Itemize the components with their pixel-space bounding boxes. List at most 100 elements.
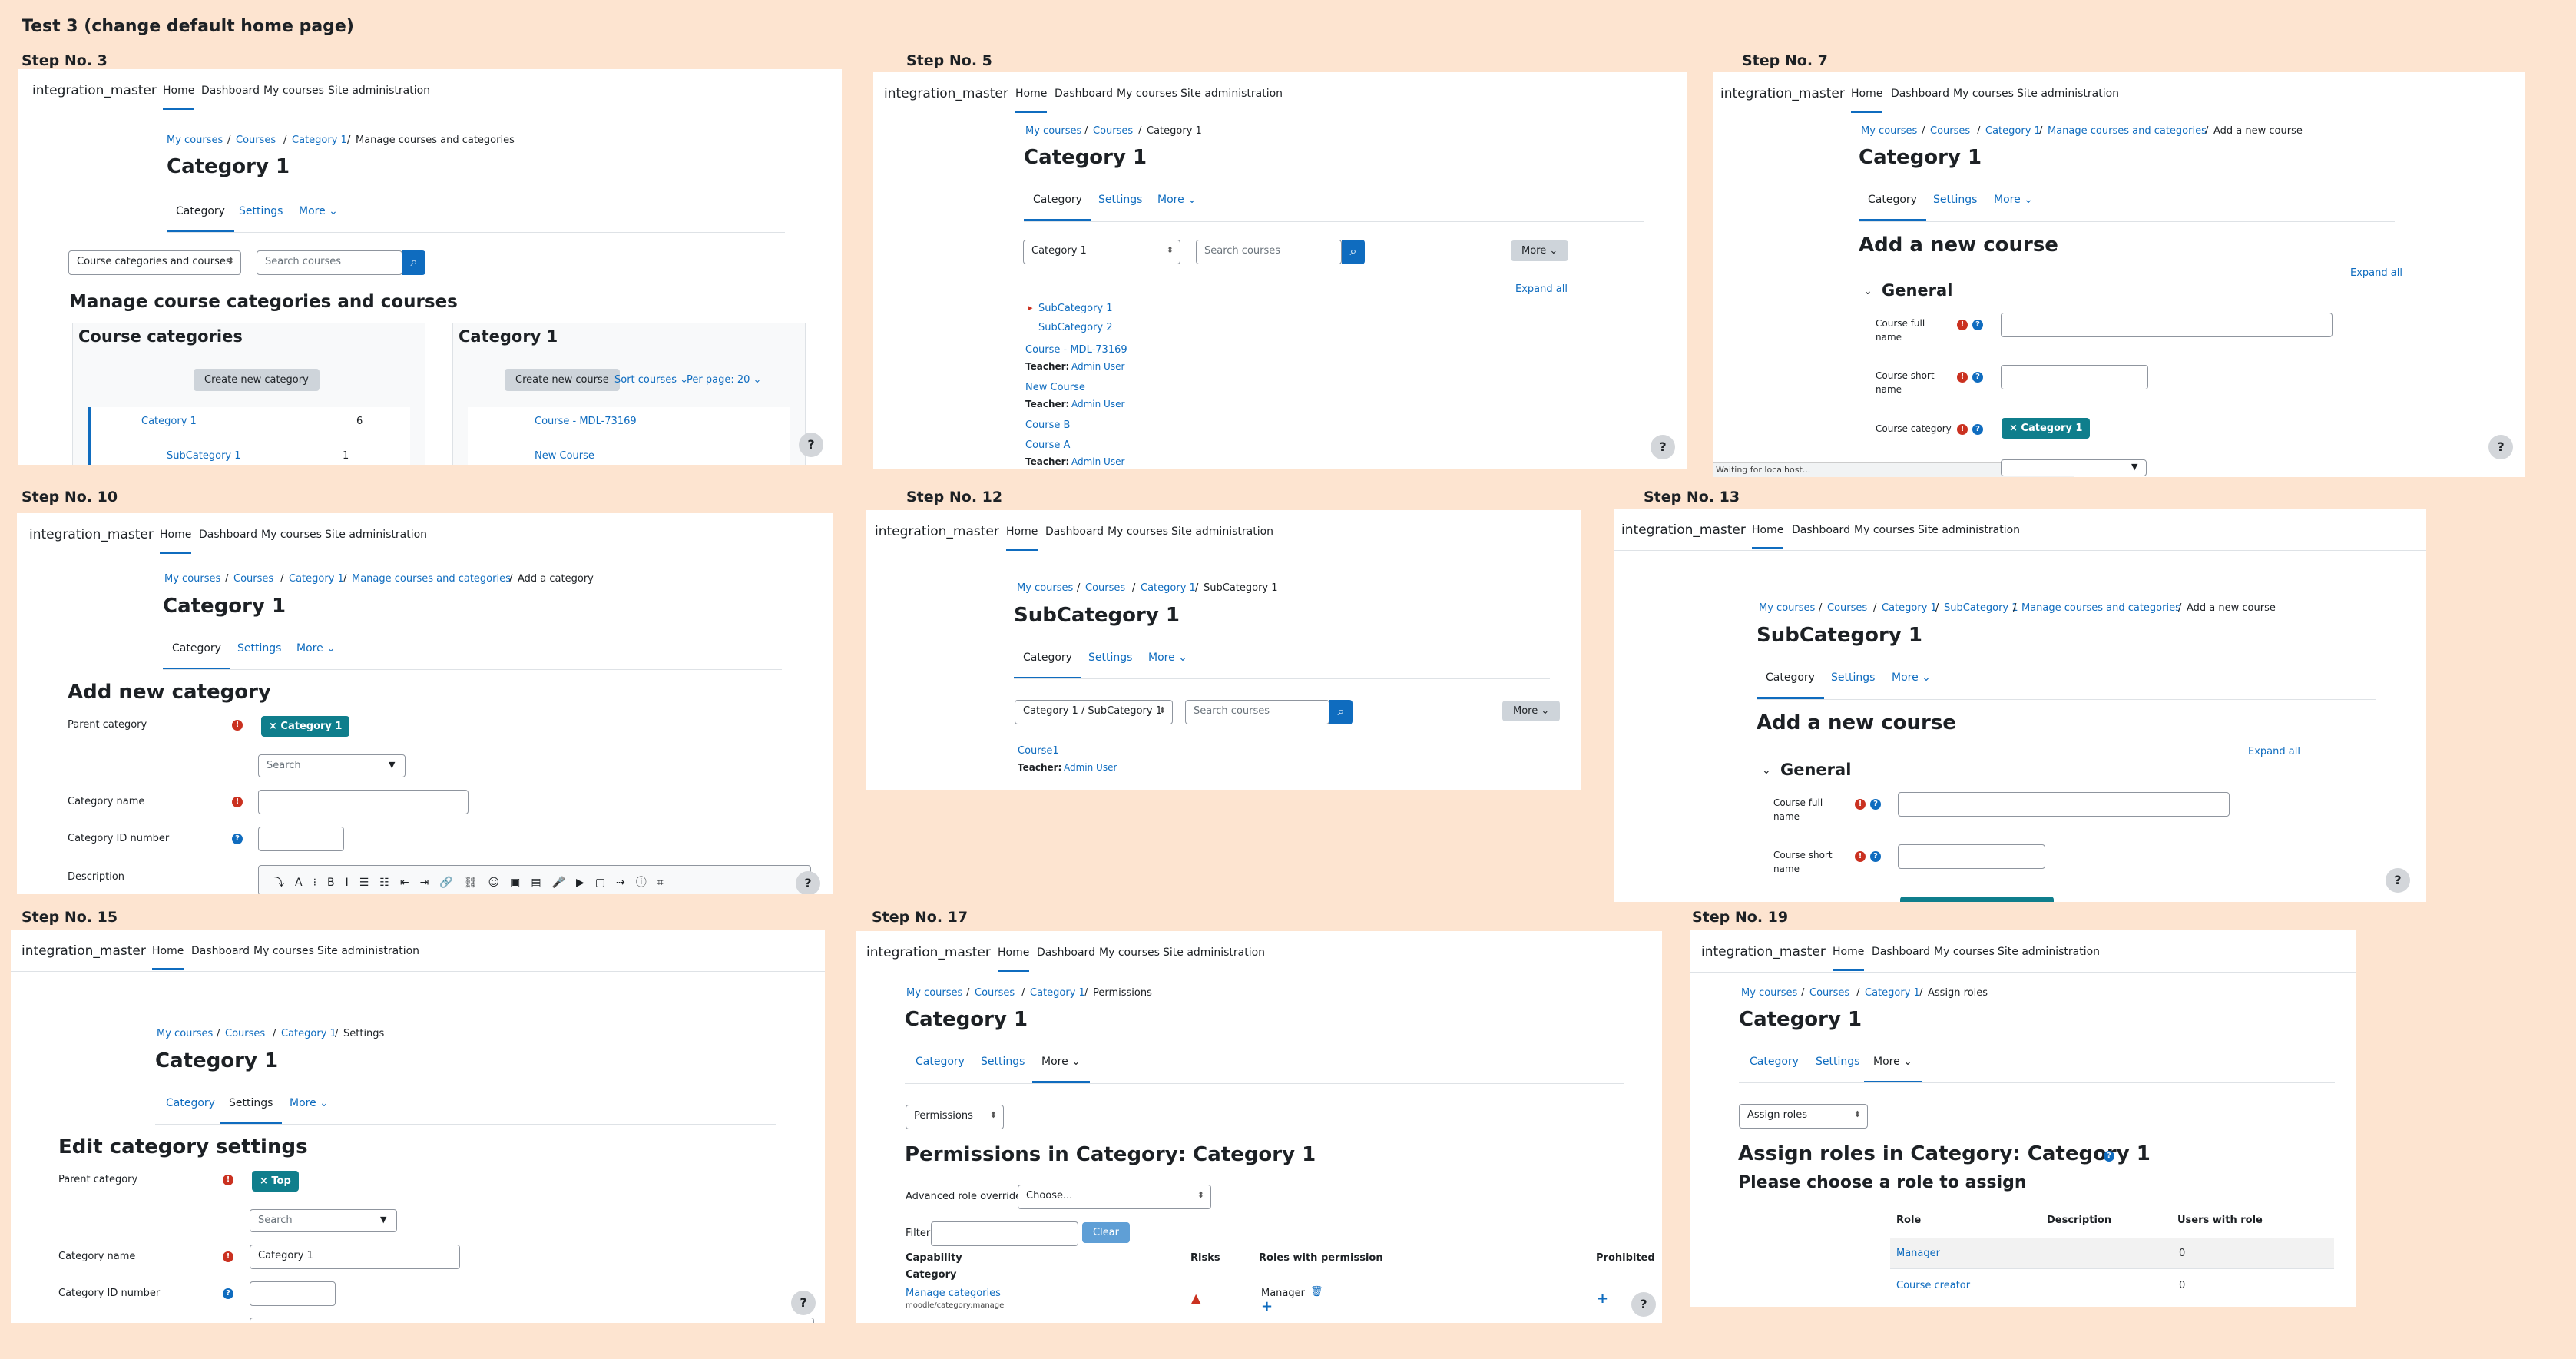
permissions-select[interactable]: Permissions — [906, 1105, 1004, 1129]
help-icon[interactable]: ? — [1972, 320, 1983, 330]
tab-settings[interactable]: Settings — [1098, 194, 1142, 206]
breadcrumb-category[interactable]: Category 1 — [1030, 987, 1085, 999]
create-category-button[interactable]: Create new category — [194, 369, 320, 391]
breadcrumb-category[interactable]: Category 1 — [1865, 987, 1920, 999]
more-button[interactable]: More ⌄ — [1511, 240, 1569, 261]
course-link[interactable]: New Course — [1025, 382, 1085, 393]
search-button[interactable]: ⌕ — [1329, 700, 1353, 724]
general-section[interactable]: General — [1780, 761, 1851, 779]
breadcrumb-my-courses[interactable]: My courses — [164, 573, 220, 585]
category-chip[interactable] — [1900, 897, 2054, 902]
nav-site-admin[interactable]: Site administration — [1180, 88, 1283, 100]
breadcrumb-courses[interactable]: Courses — [975, 987, 1015, 999]
subcategory-link[interactable]: SubCategory 2 — [1038, 322, 1113, 333]
category-name-input[interactable] — [258, 790, 469, 814]
nav-dashboard[interactable]: Dashboard — [201, 85, 260, 97]
add-prohibited-icon[interactable]: + — [1597, 1291, 1608, 1307]
breadcrumb-category[interactable]: Category 1 — [281, 1028, 336, 1039]
nav-site-admin[interactable]: Site administration — [1998, 946, 2100, 958]
tab-settings[interactable]: Settings — [220, 1097, 283, 1125]
help-button[interactable]: ? — [796, 871, 820, 894]
nav-my-courses[interactable]: My courses — [1854, 524, 1915, 536]
help-button[interactable]: ? — [2488, 435, 2513, 459]
nav-dashboard[interactable]: Dashboard — [199, 529, 257, 541]
breadcrumb-manage[interactable]: Manage courses and categories — [2021, 602, 2180, 614]
breadcrumb-my-courses[interactable]: My courses — [157, 1028, 213, 1039]
capability-link[interactable]: Manage categories — [906, 1288, 1001, 1299]
trash-icon[interactable]: 🗑 — [1310, 1286, 1323, 1298]
breadcrumb-subcategory[interactable]: SubCategory 1 — [1944, 602, 2018, 614]
tab-category[interactable]: Category — [166, 1097, 215, 1109]
chevron-down-icon[interactable]: ⌄ — [1762, 764, 1771, 777]
nav-dashboard[interactable]: Dashboard — [1045, 525, 1104, 538]
editor-toolbar-icons[interactable]: ⤵A⁝BI☰☷⇤⇥🔗⛓☺▣▤🎤▶▢⇢ⓘ⌗ — [273, 874, 674, 890]
tab-more[interactable]: More ⌄ — [1032, 1056, 1090, 1083]
breadcrumb-my-courses[interactable]: My courses — [1025, 125, 1081, 137]
sort-courses[interactable]: Sort courses ⌄ — [614, 374, 688, 386]
role-link[interactable]: Manager — [1896, 1248, 1940, 1259]
nav-dashboard[interactable]: Dashboard — [1037, 946, 1095, 959]
expand-all-link[interactable]: Expand all — [2350, 267, 2402, 279]
category-chip[interactable]: × Category 1 — [2002, 418, 2091, 439]
breadcrumb-category[interactable]: Category 1 — [1985, 125, 2041, 137]
breadcrumb-courses[interactable]: Courses — [225, 1028, 265, 1039]
tab-category[interactable]: Category — [1024, 194, 1091, 221]
tab-more[interactable]: More ⌄ — [290, 1097, 329, 1109]
tab-settings[interactable]: Settings — [981, 1056, 1025, 1068]
breadcrumb-category[interactable]: Category 1 — [1882, 602, 1937, 614]
breadcrumb-my-courses[interactable]: My courses — [1741, 987, 1797, 999]
breadcrumb-manage[interactable]: Manage courses and categories — [352, 573, 511, 585]
help-icon[interactable]: ? — [2104, 1151, 2114, 1162]
breadcrumb-my-courses[interactable]: My courses — [1017, 582, 1073, 594]
help-icon[interactable]: ? — [223, 1288, 233, 1299]
tab-category[interactable]: Category — [1859, 194, 1926, 221]
category-id-input[interactable] — [258, 827, 344, 851]
nav-home[interactable]: Home — [1006, 525, 1038, 551]
tab-settings[interactable]: Settings — [239, 205, 283, 217]
tab-more[interactable]: More ⌄ — [296, 642, 336, 655]
teacher-link[interactable]: Admin User — [1071, 399, 1124, 409]
add-role-icon[interactable]: + — [1261, 1298, 1273, 1314]
breadcrumb-courses[interactable]: Courses — [1809, 987, 1849, 999]
expand-all-link[interactable]: Expand all — [1515, 283, 1568, 295]
clear-button[interactable]: Clear — [1082, 1222, 1130, 1243]
tab-more[interactable]: More ⌄ — [1892, 671, 1931, 684]
help-button[interactable]: ? — [1631, 1292, 1656, 1317]
tab-category[interactable]: Category — [163, 642, 230, 670]
parent-search[interactable]: Search — [258, 754, 406, 777]
help-icon[interactable]: ? — [1972, 424, 1983, 435]
breadcrumb-courses[interactable]: Courses — [1930, 125, 1970, 137]
tab-settings[interactable]: Settings — [1933, 194, 1977, 206]
nav-home[interactable]: Home — [1015, 88, 1048, 113]
nav-home[interactable]: Home — [152, 945, 184, 970]
subcategory-row-link[interactable]: SubCategory 1 — [167, 450, 241, 462]
brand[interactable]: integration_master — [1701, 944, 1826, 960]
course-shortname-input[interactable] — [2001, 365, 2148, 389]
view-select[interactable]: Course categories and courses — [68, 250, 241, 275]
search-input[interactable]: Search courses — [1196, 240, 1342, 264]
role-override-select[interactable]: Choose... — [1018, 1185, 1211, 1209]
breadcrumb-courses[interactable]: Courses — [1827, 602, 1867, 614]
course-fullname-input[interactable] — [1898, 792, 2230, 817]
search-input[interactable]: Search courses — [1185, 700, 1329, 724]
nav-home[interactable]: Home — [1752, 524, 1784, 549]
help-icon[interactable]: ? — [1870, 851, 1881, 862]
help-button[interactable]: ? — [799, 433, 823, 457]
tab-settings[interactable]: Settings — [1816, 1056, 1859, 1068]
search-button[interactable]: ⌕ — [402, 250, 425, 275]
nav-my-courses[interactable]: My courses — [263, 85, 324, 97]
tab-category[interactable]: Category — [916, 1056, 965, 1068]
breadcrumb-manage[interactable]: Manage courses and categories — [2048, 125, 2207, 137]
brand[interactable]: integration_master — [22, 943, 146, 959]
breadcrumb-courses[interactable]: Courses — [236, 134, 276, 146]
search-button[interactable]: ⌕ — [1342, 240, 1365, 264]
help-button[interactable]: ? — [1651, 435, 1675, 459]
tab-settings[interactable]: Settings — [1088, 651, 1132, 664]
nav-site-admin[interactable]: Site administration — [325, 529, 427, 541]
brand[interactable]: integration_master — [1720, 86, 1845, 101]
tab-more[interactable]: More ⌄ — [1864, 1056, 1922, 1083]
breadcrumb-my-courses[interactable]: My courses — [1861, 125, 1917, 137]
help-button[interactable]: ? — [2386, 868, 2410, 893]
nav-site-admin[interactable]: Site administration — [317, 945, 419, 957]
help-icon[interactable]: ? — [232, 834, 243, 844]
